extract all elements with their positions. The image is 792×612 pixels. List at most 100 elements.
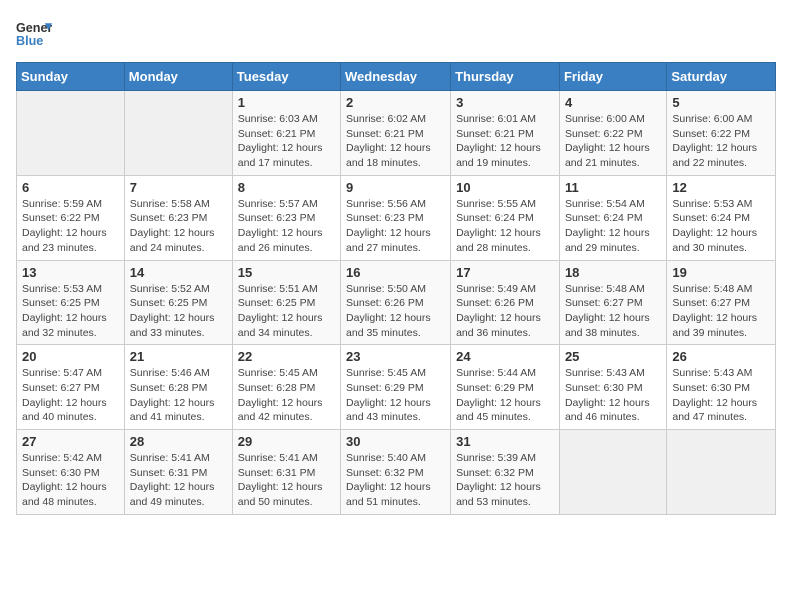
day-number: 22 xyxy=(238,349,335,364)
day-info: Sunrise: 5:59 AM Sunset: 6:22 PM Dayligh… xyxy=(22,197,119,256)
week-row-5: 27 Sunrise: 5:42 AM Sunset: 6:30 PM Dayli… xyxy=(17,430,776,515)
day-cell: 3 Sunrise: 6:01 AM Sunset: 6:21 PM Daylig… xyxy=(451,91,560,176)
day-cell: 26Sunrise: 5:43 AM Sunset: 6:30 PM Dayli… xyxy=(667,345,776,430)
weekday-header-tuesday: Tuesday xyxy=(232,63,340,91)
logo-icon: General Blue xyxy=(16,16,52,52)
day-number: 23 xyxy=(346,349,445,364)
weekday-header-row: SundayMondayTuesdayWednesdayThursdayFrid… xyxy=(17,63,776,91)
day-cell: 16 Sunrise: 5:50 AM Sunset: 6:26 PM Dayli… xyxy=(341,260,451,345)
day-cell: 27 Sunrise: 5:42 AM Sunset: 6:30 PM Dayli… xyxy=(17,430,125,515)
day-info: Sunrise: 5:44 AM Sunset: 6:29 PM Dayligh… xyxy=(456,366,554,425)
day-info: Sunrise: 5:41 AM Sunset: 6:31 PM Dayligh… xyxy=(130,451,227,510)
weekday-header-thursday: Thursday xyxy=(451,63,560,91)
day-info: Sunrise: 5:46 AM Sunset: 6:28 PM Dayligh… xyxy=(130,366,227,425)
day-cell: 28 Sunrise: 5:41 AM Sunset: 6:31 PM Dayli… xyxy=(124,430,232,515)
day-number: 6 xyxy=(22,180,119,195)
day-info: Sunrise: 5:42 AM Sunset: 6:30 PM Dayligh… xyxy=(22,451,119,510)
day-number: 30 xyxy=(346,434,445,449)
day-cell: 25Sunrise: 5:43 AM Sunset: 6:30 PM Dayli… xyxy=(559,345,666,430)
header: General Blue xyxy=(16,16,776,52)
day-number: 29 xyxy=(238,434,335,449)
day-number: 15 xyxy=(238,265,335,280)
day-info: Sunrise: 5:41 AM Sunset: 6:31 PM Dayligh… xyxy=(238,451,335,510)
day-cell xyxy=(17,91,125,176)
day-info: Sunrise: 5:50 AM Sunset: 6:26 PM Dayligh… xyxy=(346,282,445,341)
day-number: 18 xyxy=(565,265,661,280)
day-cell: 17 Sunrise: 5:49 AM Sunset: 6:26 PM Dayli… xyxy=(451,260,560,345)
day-info: Sunrise: 5:45 AM Sunset: 6:28 PM Dayligh… xyxy=(238,366,335,425)
day-cell: 23 Sunrise: 5:45 AM Sunset: 6:29 PM Dayli… xyxy=(341,345,451,430)
day-number: 3 xyxy=(456,95,554,110)
day-number: 11 xyxy=(565,180,661,195)
day-cell: 18 Sunrise: 5:48 AM Sunset: 6:27 PM Dayli… xyxy=(559,260,666,345)
day-number: 27 xyxy=(22,434,119,449)
day-number: 28 xyxy=(130,434,227,449)
svg-text:Blue: Blue xyxy=(16,34,43,48)
day-cell: 14Sunrise: 5:52 AM Sunset: 6:25 PM Dayli… xyxy=(124,260,232,345)
day-cell: 13 Sunrise: 5:53 AM Sunset: 6:25 PM Dayli… xyxy=(17,260,125,345)
day-info: Sunrise: 5:40 AM Sunset: 6:32 PM Dayligh… xyxy=(346,451,445,510)
day-info: Sunrise: 5:53 AM Sunset: 6:25 PM Dayligh… xyxy=(22,282,119,341)
day-info: Sunrise: 5:55 AM Sunset: 6:24 PM Dayligh… xyxy=(456,197,554,256)
weekday-header-sunday: Sunday xyxy=(17,63,125,91)
week-row-3: 13 Sunrise: 5:53 AM Sunset: 6:25 PM Dayli… xyxy=(17,260,776,345)
day-info: Sunrise: 5:45 AM Sunset: 6:29 PM Dayligh… xyxy=(346,366,445,425)
day-number: 25 xyxy=(565,349,661,364)
day-info: Sunrise: 6:01 AM Sunset: 6:21 PM Dayligh… xyxy=(456,112,554,171)
day-info: Sunrise: 5:48 AM Sunset: 6:27 PM Dayligh… xyxy=(672,282,770,341)
weekday-header-wednesday: Wednesday xyxy=(341,63,451,91)
day-number: 5 xyxy=(672,95,770,110)
day-info: Sunrise: 5:52 AM Sunset: 6:25 PM Dayligh… xyxy=(130,282,227,341)
day-cell: 22 Sunrise: 5:45 AM Sunset: 6:28 PM Dayli… xyxy=(232,345,340,430)
day-info: Sunrise: 5:48 AM Sunset: 6:27 PM Dayligh… xyxy=(565,282,661,341)
weekday-header-friday: Friday xyxy=(559,63,666,91)
day-info: Sunrise: 5:39 AM Sunset: 6:32 PM Dayligh… xyxy=(456,451,554,510)
day-number: 7 xyxy=(130,180,227,195)
day-cell: 24 Sunrise: 5:44 AM Sunset: 6:29 PM Dayli… xyxy=(451,345,560,430)
day-info: Sunrise: 5:53 AM Sunset: 6:24 PM Dayligh… xyxy=(672,197,770,256)
day-info: Sunrise: 5:43 AM Sunset: 6:30 PM Dayligh… xyxy=(672,366,770,425)
day-info: Sunrise: 5:54 AM Sunset: 6:24 PM Dayligh… xyxy=(565,197,661,256)
day-cell: 12 Sunrise: 5:53 AM Sunset: 6:24 PM Dayli… xyxy=(667,175,776,260)
day-cell: 9Sunrise: 5:56 AM Sunset: 6:23 PM Daylig… xyxy=(341,175,451,260)
day-cell: 15 Sunrise: 5:51 AM Sunset: 6:25 PM Dayli… xyxy=(232,260,340,345)
day-cell xyxy=(124,91,232,176)
day-number: 9 xyxy=(346,180,445,195)
day-info: Sunrise: 5:51 AM Sunset: 6:25 PM Dayligh… xyxy=(238,282,335,341)
day-info: Sunrise: 6:03 AM Sunset: 6:21 PM Dayligh… xyxy=(238,112,335,171)
day-number: 24 xyxy=(456,349,554,364)
week-row-4: 20 Sunrise: 5:47 AM Sunset: 6:27 PM Dayli… xyxy=(17,345,776,430)
logo: General Blue xyxy=(16,16,52,52)
day-cell: 21Sunrise: 5:46 AM Sunset: 6:28 PM Dayli… xyxy=(124,345,232,430)
day-number: 13 xyxy=(22,265,119,280)
day-number: 17 xyxy=(456,265,554,280)
day-info: Sunrise: 5:49 AM Sunset: 6:26 PM Dayligh… xyxy=(456,282,554,341)
day-cell: 2Sunrise: 6:02 AM Sunset: 6:21 PM Daylig… xyxy=(341,91,451,176)
day-cell xyxy=(559,430,666,515)
day-cell: 8 Sunrise: 5:57 AM Sunset: 6:23 PM Daylig… xyxy=(232,175,340,260)
day-cell: 6 Sunrise: 5:59 AM Sunset: 6:22 PM Daylig… xyxy=(17,175,125,260)
day-number: 4 xyxy=(565,95,661,110)
day-number: 16 xyxy=(346,265,445,280)
day-info: Sunrise: 5:47 AM Sunset: 6:27 PM Dayligh… xyxy=(22,366,119,425)
day-cell: 19Sunrise: 5:48 AM Sunset: 6:27 PM Dayli… xyxy=(667,260,776,345)
day-number: 31 xyxy=(456,434,554,449)
day-number: 8 xyxy=(238,180,335,195)
day-info: Sunrise: 6:00 AM Sunset: 6:22 PM Dayligh… xyxy=(565,112,661,171)
day-info: Sunrise: 5:57 AM Sunset: 6:23 PM Dayligh… xyxy=(238,197,335,256)
day-info: Sunrise: 6:02 AM Sunset: 6:21 PM Dayligh… xyxy=(346,112,445,171)
weekday-header-monday: Monday xyxy=(124,63,232,91)
day-cell: 20 Sunrise: 5:47 AM Sunset: 6:27 PM Dayli… xyxy=(17,345,125,430)
day-number: 12 xyxy=(672,180,770,195)
day-cell: 10Sunrise: 5:55 AM Sunset: 6:24 PM Dayli… xyxy=(451,175,560,260)
day-cell: 7Sunrise: 5:58 AM Sunset: 6:23 PM Daylig… xyxy=(124,175,232,260)
weekday-header-saturday: Saturday xyxy=(667,63,776,91)
day-cell xyxy=(667,430,776,515)
day-number: 1 xyxy=(238,95,335,110)
day-cell: 1 Sunrise: 6:03 AM Sunset: 6:21 PM Daylig… xyxy=(232,91,340,176)
day-number: 20 xyxy=(22,349,119,364)
week-row-1: 1 Sunrise: 6:03 AM Sunset: 6:21 PM Daylig… xyxy=(17,91,776,176)
day-cell: 29 Sunrise: 5:41 AM Sunset: 6:31 PM Dayli… xyxy=(232,430,340,515)
day-cell: 31 Sunrise: 5:39 AM Sunset: 6:32 PM Dayli… xyxy=(451,430,560,515)
day-info: Sunrise: 6:00 AM Sunset: 6:22 PM Dayligh… xyxy=(672,112,770,171)
